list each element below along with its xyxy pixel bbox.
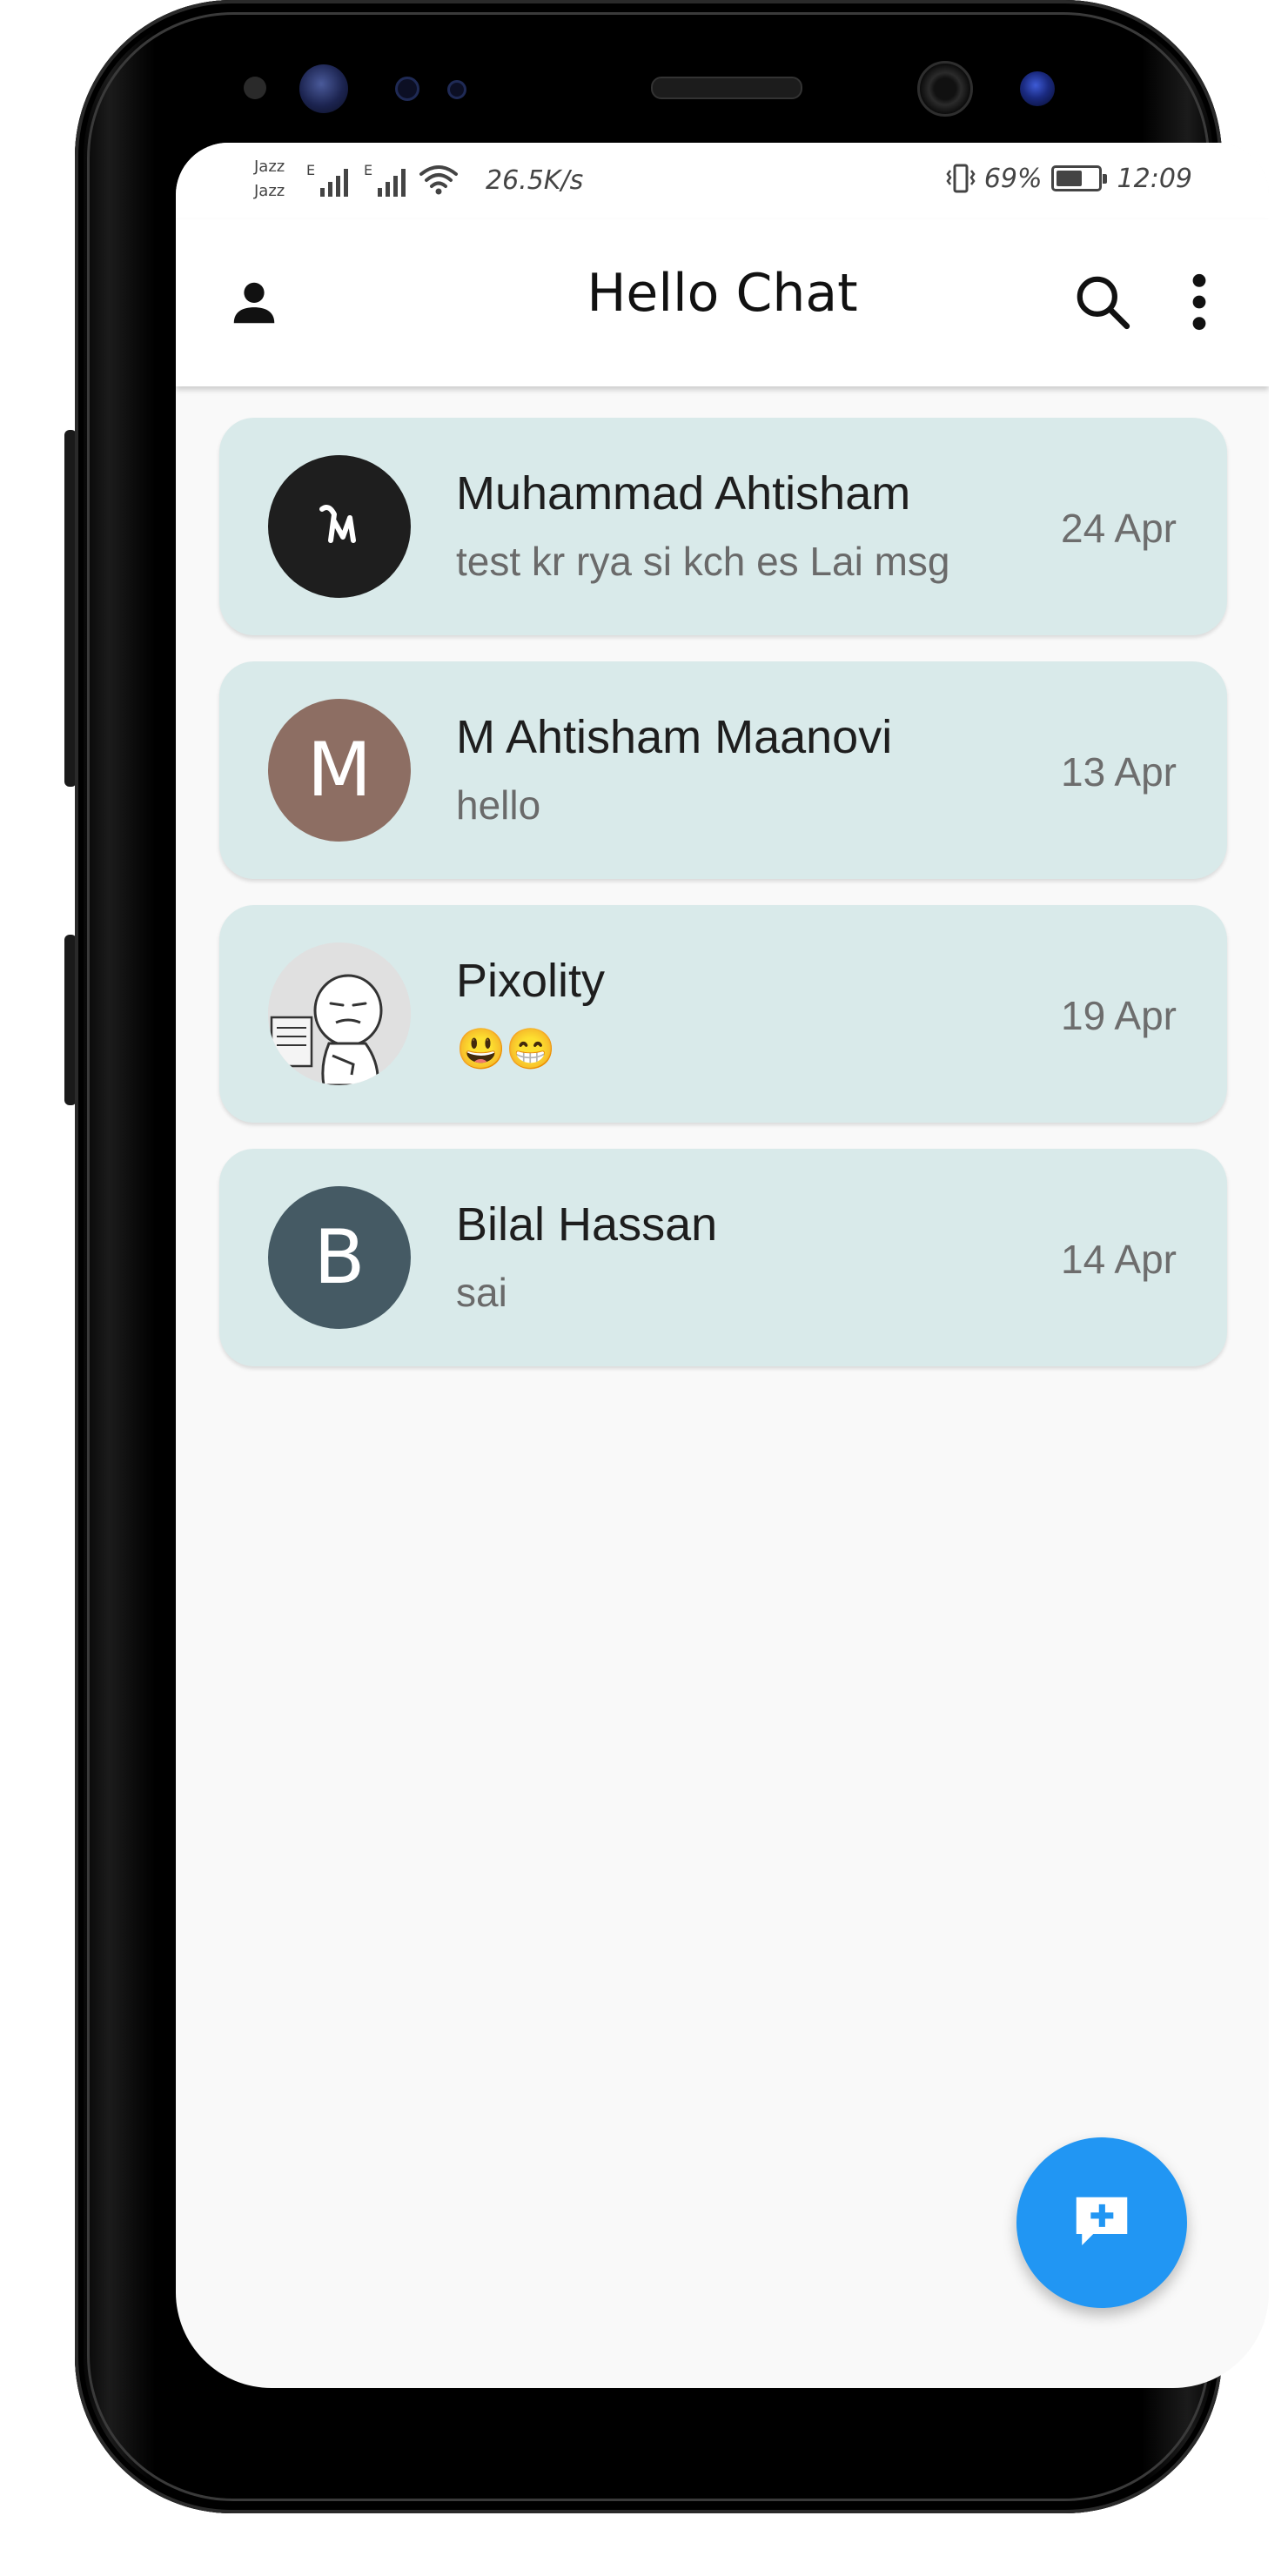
chat-date: 24 Apr [1061,506,1177,551]
signal-1-icon: E [306,162,349,197]
search-icon [1077,276,1130,330]
network-type-1-label: E [306,162,316,178]
chat-name: Bilal Hassan [456,1198,718,1251]
new-chat-button[interactable] [1016,2137,1187,2308]
chat-name: Muhammad Ahtisham [456,467,911,520]
search-button[interactable] [1063,263,1142,341]
avatar [268,943,411,1085]
chat-last-message: hello [456,782,541,828]
chat-last-message: 😃😁 [456,1026,556,1071]
overflow-menu-button[interactable] [1173,263,1225,341]
chat-item[interactable]: M M Ahtisham Maanovi hello 13 Apr [219,661,1227,879]
chat-item[interactable]: B Bilal Hassan sai 14 Apr [219,1149,1227,1366]
network-type-2-label: E [364,162,373,178]
chat-date: 13 Apr [1061,749,1177,795]
chat-item[interactable]: Muhammad Ahtisham test kr rya si kch es … [219,418,1227,635]
avatar [268,455,411,598]
chat-name: M Ahtisham Maanovi [456,711,893,763]
battery-level-fill [1056,171,1083,186]
battery-percent-label: 69% [983,163,1043,194]
chat-item[interactable]: Pixolity 😃😁 19 Apr [219,905,1227,1123]
chat-last-message: sai [456,1270,507,1315]
app-bar: Hello Chat [176,219,1269,386]
screen: Jazz Jazz E E 26.5K/s 69% 12:09 Hello Ch… [176,143,1269,2388]
carrier-2-label: Jazz [254,182,285,200]
phone-frame: Jazz Jazz E E 26.5K/s 69% 12:09 Hello Ch… [75,0,1269,2513]
light-sensor [395,77,419,101]
status-bar: Jazz Jazz E E 26.5K/s 69% 12:09 [176,143,1269,219]
network-speed-label: 26.5K/s [486,165,584,196]
meme-face-avatar-icon [268,943,411,1085]
wifi-icon [419,165,458,195]
iris-scanner [299,64,348,113]
carrier-labels: Jazz Jazz [254,155,285,204]
more-vert-icon [1192,273,1206,331]
chat-list: Muhammad Ahtisham test kr rya si kch es … [219,418,1227,1392]
logo-avatar-icon [319,505,356,543]
battery-icon [1050,165,1107,191]
ir-sensor [447,80,466,99]
avatar-letter: B [313,1214,366,1301]
chat-name: Pixolity [456,955,606,1007]
proximity-sensor [244,77,266,99]
chat-date: 14 Apr [1061,1237,1177,1282]
stage: Jazz Jazz E E 26.5K/s 69% 12:09 Hello Ch… [0,0,1288,2576]
signal-2-icon: E [364,162,406,197]
carrier-1-label: Jazz [254,158,285,176]
earpiece-speaker [651,77,802,99]
chat-date: 19 Apr [1061,993,1177,1038]
vibrate-icon [946,164,976,193]
avatar-letter: M [306,727,372,814]
avatar: M [268,699,411,842]
status-right-group: 69% 12:09 [946,162,1192,195]
avatar: B [268,1186,411,1329]
front-camera [917,61,973,117]
new-chat-icon [1076,2197,1128,2245]
front-flash [1020,71,1055,106]
clock-label: 12:09 [1117,163,1192,194]
chat-last-message: test kr rya si kch es Lai msg [456,539,950,584]
